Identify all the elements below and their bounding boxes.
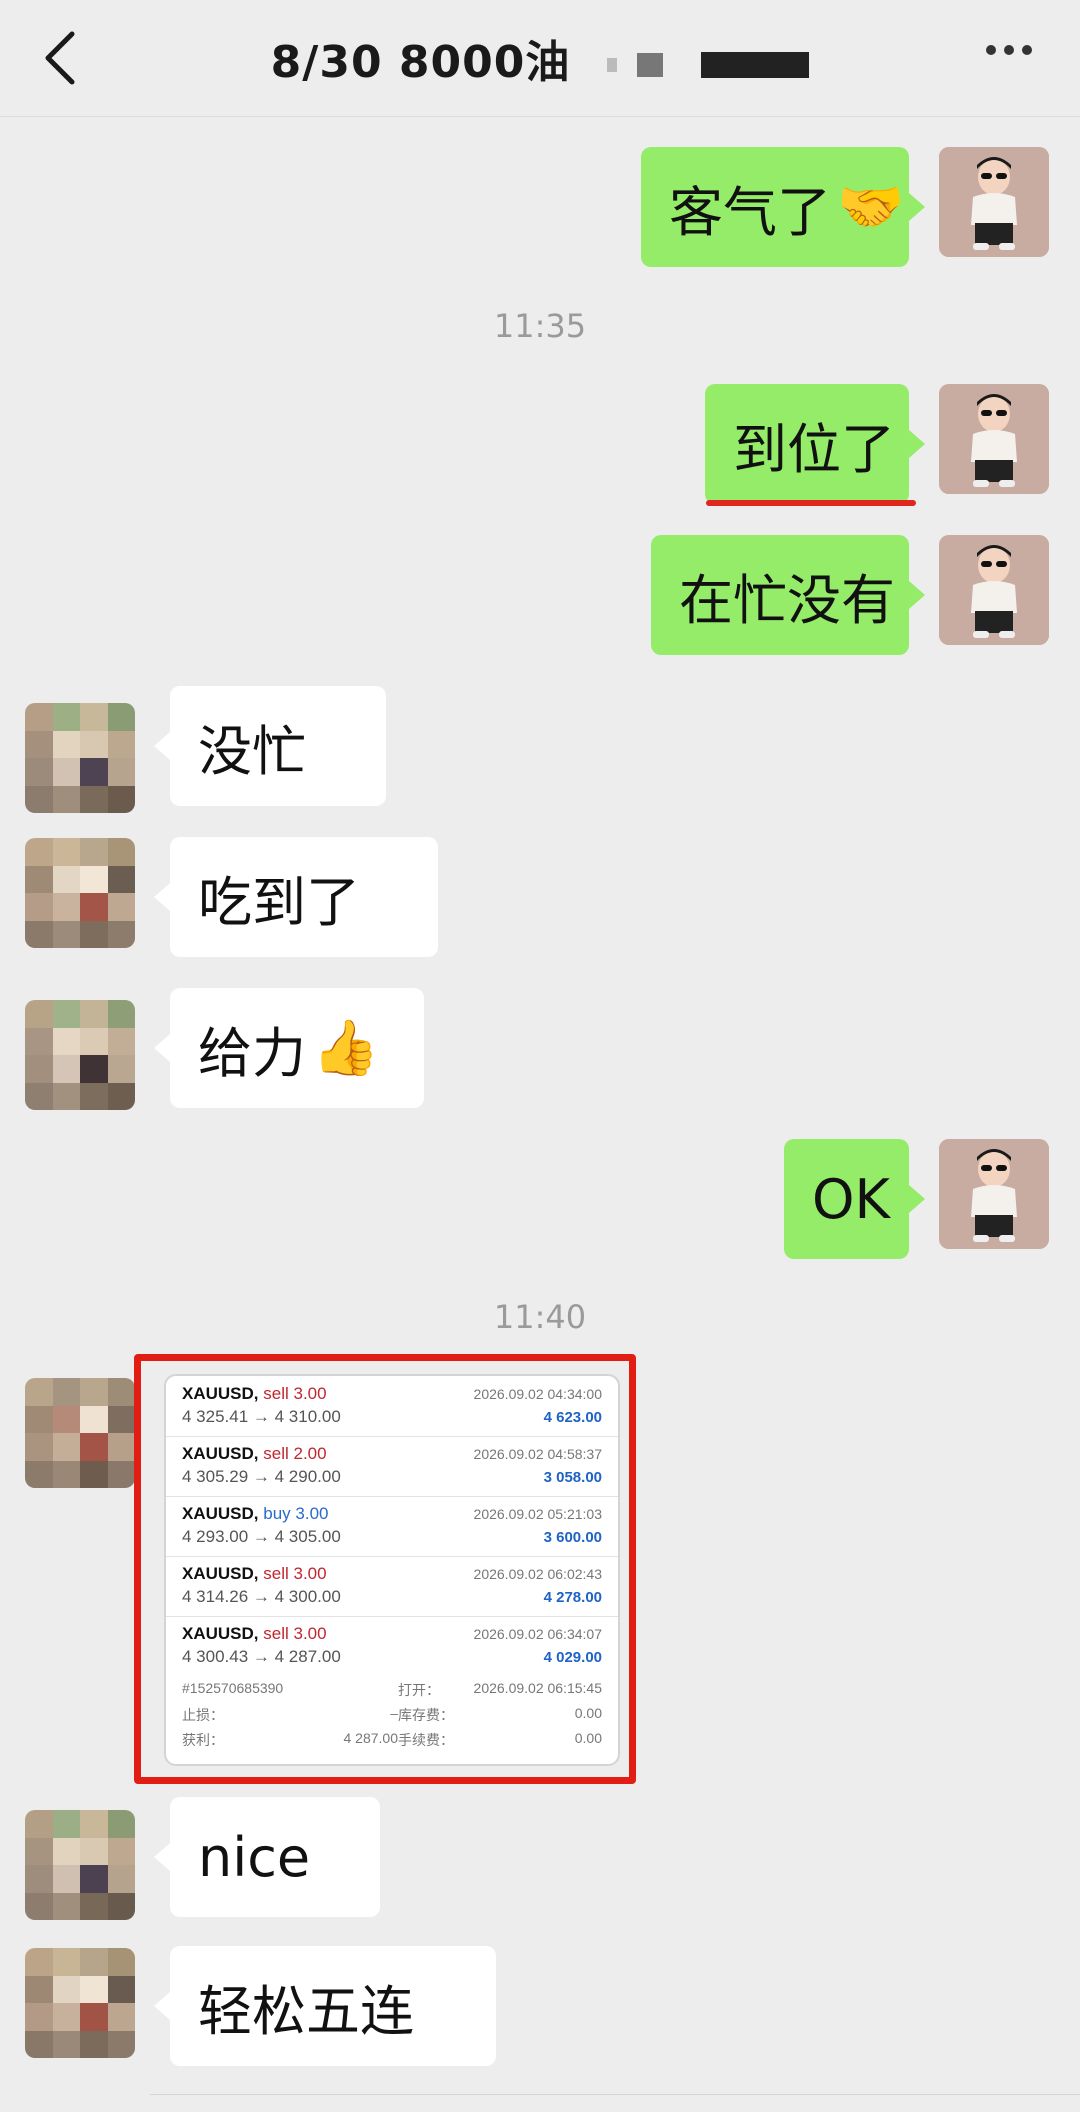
cartoon-avatar-icon <box>939 384 1049 494</box>
timestamp: 11:40 <box>493 1298 587 1336</box>
redacted-name-block <box>637 53 664 77</box>
message-bubble[interactable]: OK <box>784 1139 925 1259</box>
message-bubble[interactable]: 没忙 <box>154 686 386 806</box>
message-text: nice <box>198 1825 311 1889</box>
message-text: 给力 <box>198 1021 306 1085</box>
message-bubble[interactable]: 轻松五连 <box>154 1946 496 2066</box>
message-bubble[interactable]: nice <box>154 1797 380 1917</box>
avatar-contact-pixelated[interactable] <box>25 1000 135 1110</box>
message-bubble[interactable]: 到位了 <box>705 384 925 504</box>
message-bubble[interactable]: 客气了 🤝 <box>641 147 925 267</box>
chat-title: 8/30 8000油 <box>0 26 1080 90</box>
message-bubble[interactable]: 吃到了 <box>154 837 438 957</box>
message-text: 轻松五连 <box>198 1979 414 2043</box>
avatar-self[interactable] <box>939 535 1049 645</box>
avatar-contact-pixelated[interactable] <box>25 1810 135 1920</box>
message-text: 吃到了 <box>198 870 360 934</box>
message-text: OK <box>812 1167 890 1231</box>
message-text: 客气了 <box>669 180 831 244</box>
red-underline-annotation <box>706 500 916 506</box>
more-options-icon[interactable] <box>982 40 1042 70</box>
cartoon-avatar-icon <box>939 535 1049 645</box>
thumbs-up-emoji-icon: 👍 <box>312 1016 380 1079</box>
redacted-name-block <box>701 52 810 78</box>
timestamp: 11:35 <box>493 307 587 345</box>
cartoon-avatar-icon <box>939 147 1049 257</box>
avatar-contact-pixelated[interactable] <box>25 1378 135 1488</box>
message-bubble[interactable]: 在忙没有 <box>651 535 925 655</box>
avatar-contact-pixelated[interactable] <box>25 838 135 948</box>
message-text: 在忙没有 <box>679 568 895 632</box>
divider <box>150 2094 1080 2095</box>
message-bubble[interactable]: 给力 👍 <box>154 988 424 1108</box>
redacted-name-block <box>606 58 617 72</box>
avatar-contact-pixelated[interactable] <box>25 703 135 813</box>
cartoon-avatar-icon <box>939 1139 1049 1249</box>
avatar-self[interactable] <box>939 384 1049 494</box>
chat-title-text: 8/30 8000油 <box>270 37 571 88</box>
red-highlight-box-annotation <box>134 1354 636 1784</box>
avatar-self[interactable] <box>939 147 1049 257</box>
message-text: 没忙 <box>198 719 306 783</box>
message-text: 到位了 <box>733 417 895 481</box>
handshake-emoji-icon: 🤝 <box>837 175 905 238</box>
avatar-contact-pixelated[interactable] <box>25 1948 135 2058</box>
avatar-self[interactable] <box>939 1139 1049 1249</box>
chat-header: 8/30 8000油 <box>0 0 1080 117</box>
